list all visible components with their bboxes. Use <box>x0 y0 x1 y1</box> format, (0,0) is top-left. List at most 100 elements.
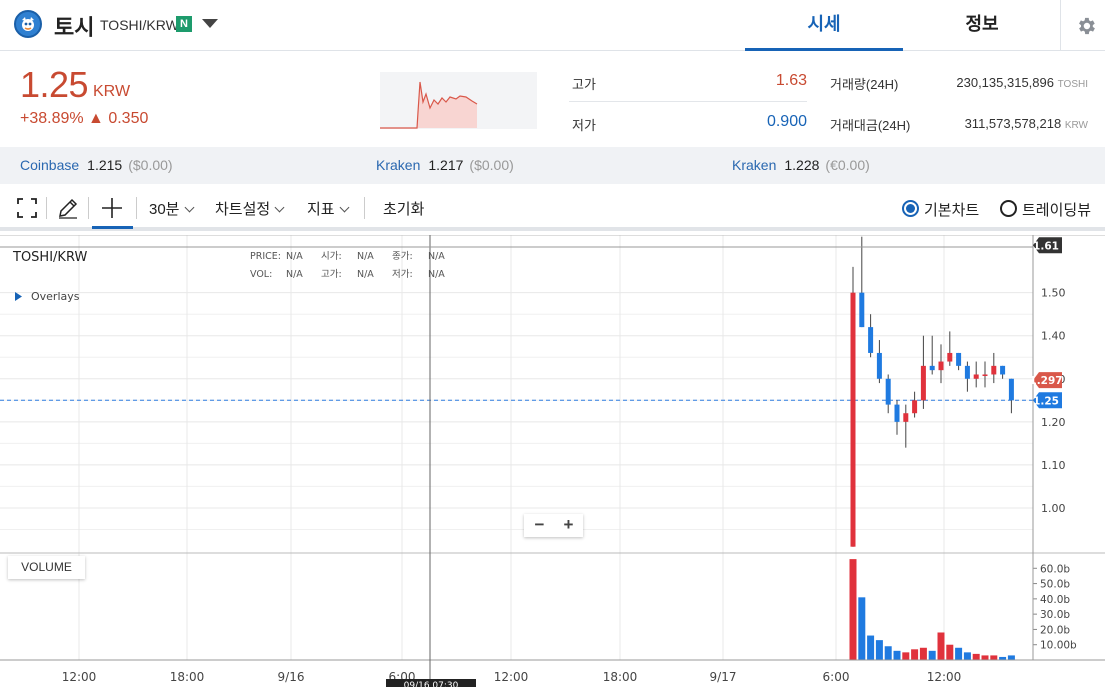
coin-header: 토시 TOSHI/KRW N 시세 정보 <box>0 0 1105 51</box>
tradingview-label[interactable]: 트레이딩뷰 <box>1022 199 1091 220</box>
volume-bar <box>867 635 875 660</box>
candle-body <box>929 365 935 371</box>
candle-body <box>903 413 909 422</box>
stat-divider <box>569 101 807 102</box>
tradingview-radio[interactable] <box>1000 200 1017 217</box>
pencil-icon[interactable] <box>57 197 79 219</box>
zoom-control: − + <box>524 514 583 537</box>
legend-label: 저가: <box>392 269 413 280</box>
price-tick-label: 1.20 <box>1041 416 1066 429</box>
candle-body <box>956 352 962 366</box>
candle-body <box>894 404 900 422</box>
time-tick-label: 6:00 <box>823 670 850 684</box>
high-value: 1.63 <box>775 72 807 89</box>
legend-label: 종가: <box>392 251 413 262</box>
volume-toggle-button[interactable]: VOLUME <box>8 556 85 579</box>
price-tick-label: 1.40 <box>1041 330 1066 343</box>
candle-body <box>1008 378 1014 401</box>
exchange-item[interactable]: Kraken 1.228 (€0.00) <box>732 157 870 173</box>
volume-bar <box>849 559 857 660</box>
indicators-dropdown[interactable]: 지표 <box>307 198 350 219</box>
chevron-down-icon <box>274 202 285 213</box>
time-tick-label: 9/16 <box>278 670 305 684</box>
candle-body <box>947 352 953 362</box>
candle-body <box>912 400 918 414</box>
time-tick-label: 12:00 <box>62 670 97 684</box>
exchange-item[interactable]: Kraken 1.217 ($0.00) <box>376 157 514 173</box>
chevron-down-icon <box>339 202 350 213</box>
volume-bar <box>955 647 963 660</box>
price-chart[interactable]: 1.501.401.301.201.101.0012:0018:009/166:… <box>0 235 1105 687</box>
volume-label: 거래량(24H) <box>830 77 899 92</box>
legend-value: N/A <box>428 251 445 262</box>
crosshair-active-indicator <box>92 226 133 229</box>
settings-button[interactable] <box>1060 0 1105 51</box>
low-label: 저가 <box>572 118 596 133</box>
volume-bar <box>911 649 919 660</box>
turnover-value: 311,573,578,218 KRW <box>964 116 1088 131</box>
zoom-in-button[interactable]: + <box>554 515 583 535</box>
high-label: 고가 <box>572 77 596 92</box>
mini-sparkline <box>380 72 537 129</box>
volume-bar <box>893 650 901 660</box>
basic-chart-radio[interactable] <box>902 200 919 217</box>
volume-bar <box>937 632 945 660</box>
legend-value: N/A <box>357 251 374 262</box>
fullscreen-icon[interactable] <box>17 198 37 218</box>
candle-body <box>991 365 997 375</box>
volume-tick-label: 30.0b <box>1040 609 1070 621</box>
volume-bar <box>972 653 980 660</box>
legend-value: N/A <box>286 269 303 280</box>
candle-body <box>876 352 882 379</box>
legend-label: 시가: <box>321 251 342 262</box>
price-unit: KRW <box>93 83 131 100</box>
volume-bar <box>990 655 998 660</box>
volume-bar <box>875 640 883 660</box>
candle-body <box>868 327 874 353</box>
toshi-logo-icon <box>14 10 42 38</box>
basic-chart-label[interactable]: 기본차트 <box>924 199 979 220</box>
overlays-toggle-icon[interactable] <box>15 292 22 301</box>
coin-dropdown-caret-icon[interactable] <box>202 19 218 28</box>
coin-name: 토시 <box>54 15 95 40</box>
candle-body <box>859 292 865 328</box>
gear-icon <box>1079 17 1095 35</box>
time-tick-label: 12:00 <box>927 670 962 684</box>
candle-body <box>982 374 988 376</box>
legend-value: N/A <box>286 251 303 262</box>
chevron-down-icon <box>184 202 194 213</box>
volume-bar <box>1007 655 1015 660</box>
price-marker-label: 1.25 <box>1033 395 1059 407</box>
tab-market[interactable]: 시세 <box>745 0 903 51</box>
volume-bar <box>902 652 910 660</box>
volume-bar <box>928 650 936 660</box>
legend-label: PRICE: <box>250 251 281 262</box>
legend-label: VOL: <box>250 269 272 280</box>
candle-body <box>1000 365 1006 375</box>
time-tick-label: 12:00 <box>494 670 529 684</box>
volume-bar <box>963 652 971 660</box>
toshi-market-page: 토시 TOSHI/KRW N 시세 정보 1.25 KRW +38.89% ▲ … <box>0 0 1105 687</box>
tab-info[interactable]: 정보 <box>903 0 1061 51</box>
candle-body <box>964 365 970 379</box>
price-marker-label: 1.297 <box>1029 375 1062 387</box>
exchange-prices-bar: Coinbase 1.215 ($0.00) Kraken 1.217 ($0.00) … <box>0 147 1105 184</box>
chart-settings-dropdown[interactable]: 차트설정 <box>215 198 285 219</box>
reset-button[interactable]: 초기화 <box>383 198 424 219</box>
time-tick-label: 18:00 <box>170 670 205 684</box>
exchange-item[interactable]: Coinbase 1.215 ($0.00) <box>20 157 173 173</box>
interval-dropdown[interactable]: 30분 <box>149 198 194 219</box>
overlays-label[interactable]: Overlays <box>31 290 80 303</box>
volume-tick-label: 40.0b <box>1040 594 1070 606</box>
price-tick-label: 1.00 <box>1041 502 1066 515</box>
crosshair-icon[interactable] <box>101 197 123 219</box>
pair-label: TOSHI/KRW <box>100 17 179 33</box>
zoom-out-button[interactable]: − <box>525 515 554 535</box>
price-marker-label: 1.61 <box>1033 240 1059 252</box>
low-value: 0.900 <box>766 113 807 130</box>
volume-tick-label: 10.00b <box>1040 640 1077 652</box>
price-tick-label: 1.10 <box>1041 459 1066 472</box>
legend-value: N/A <box>428 269 445 280</box>
candle-body <box>920 365 926 401</box>
candle-body <box>885 378 891 405</box>
